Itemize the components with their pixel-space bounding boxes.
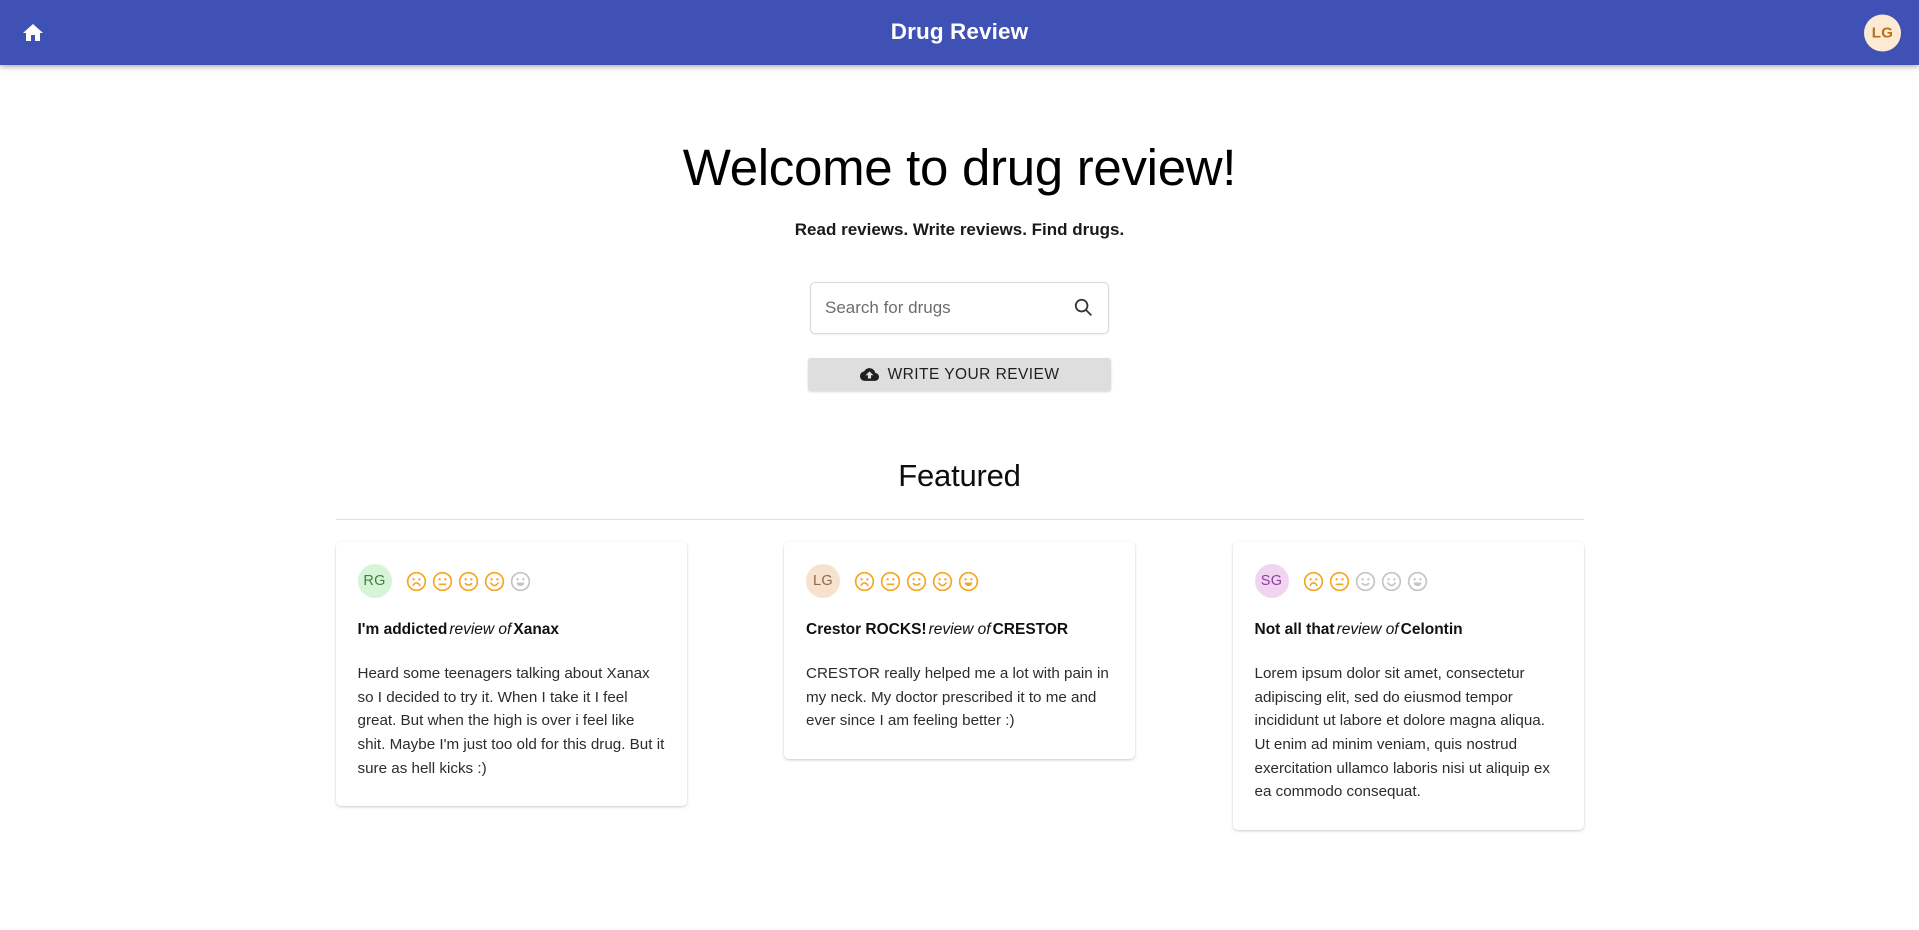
review-drug-name: Celontin: [1400, 621, 1463, 639]
rating-face-3-icon[interactable]: [458, 571, 479, 592]
write-your-review-label: WRITE YOUR REVIEW: [887, 365, 1060, 383]
review-body: Lorem ipsum dolor sit amet, consectetur …: [1254, 665, 1550, 801]
review-card-header: RG: [357, 564, 665, 599]
page-tagline: Read reviews. Write reviews. Find drugs.: [794, 220, 1125, 240]
review-card[interactable]: LG Crestor ROCKS! review of CRESTOR CRESTOR …: [784, 542, 1135, 759]
home-icon: [21, 21, 45, 45]
app-title: Drug Review: [890, 19, 1029, 45]
rating-face-2-icon[interactable]: [880, 571, 901, 592]
review-card[interactable]: RG I'm addicted review of Xanax Heard some t…: [335, 542, 687, 807]
reviewer-avatar[interactable]: RG: [357, 564, 392, 599]
rating-face-3-icon[interactable]: [1355, 571, 1376, 592]
review-title: I'm addicted review of Xanax: [358, 620, 665, 640]
review-card[interactable]: SG Not all that review of Celontin Lorem ips…: [1232, 542, 1584, 830]
rating-face-4-icon[interactable]: [932, 571, 953, 592]
rating-face-2-icon[interactable]: [432, 571, 453, 592]
rating-face-1-icon[interactable]: [854, 571, 875, 592]
rating-faces[interactable]: [854, 571, 979, 592]
page-title: Welcome to drug review!: [682, 139, 1237, 196]
rating-face-5-icon[interactable]: [510, 571, 531, 592]
review-headline: Not all that: [1254, 621, 1335, 639]
rating-face-1-icon[interactable]: [406, 571, 427, 592]
review-title: Crestor ROCKS! review of CRESTOR: [806, 620, 1113, 640]
reviewer-avatar[interactable]: SG: [1254, 564, 1289, 599]
home-button[interactable]: [13, 13, 53, 53]
rating-faces[interactable]: [406, 571, 531, 592]
featured-cards-container: RG I'm addicted review of Xanax Heard some t…: [335, 542, 1584, 830]
cloud-upload-icon: [859, 365, 879, 384]
rating-face-1-icon[interactable]: [1303, 571, 1324, 592]
review-title: Not all that review of Celontin: [1255, 620, 1562, 640]
rating-face-5-icon[interactable]: [1407, 571, 1428, 592]
review-drug-name: CRESTOR: [992, 621, 1069, 639]
review-body: CRESTOR really helped me a lot with pain…: [806, 665, 1109, 730]
rating-face-5-icon[interactable]: [958, 571, 979, 592]
rating-face-2-icon[interactable]: [1329, 571, 1350, 592]
search-button[interactable]: [1068, 293, 1098, 323]
search-input[interactable]: [823, 283, 1068, 334]
featured-divider: [335, 519, 1584, 521]
featured-heading: Featured: [898, 458, 1021, 494]
app-bar: Drug Review LG: [0, 0, 1919, 65]
reviewer-avatar[interactable]: LG: [806, 564, 840, 599]
write-your-review-button[interactable]: WRITE YOUR REVIEW: [808, 358, 1111, 392]
review-card-header: SG: [1254, 564, 1562, 599]
hero-section: Welcome to drug review! Read reviews. Wr…: [0, 65, 1919, 392]
user-avatar[interactable]: LG: [1864, 14, 1901, 51]
review-drug-name: Xanax: [513, 621, 560, 639]
rating-face-4-icon[interactable]: [1381, 571, 1402, 592]
review-headline: Crestor ROCKS!: [806, 621, 927, 639]
search-icon: [1072, 296, 1094, 321]
review-of-label: review of: [1336, 621, 1399, 639]
rating-faces[interactable]: [1303, 571, 1428, 592]
rating-face-4-icon[interactable]: [484, 571, 505, 592]
search-box[interactable]: [810, 282, 1109, 335]
review-headline: I'm addicted: [357, 621, 448, 639]
review-body: Heard some teenagers talking about Xanax…: [357, 665, 665, 777]
rating-face-3-icon[interactable]: [906, 571, 927, 592]
review-of-label: review of: [928, 621, 991, 639]
review-of-label: review of: [449, 621, 512, 639]
review-card-header: LG: [806, 564, 1113, 599]
